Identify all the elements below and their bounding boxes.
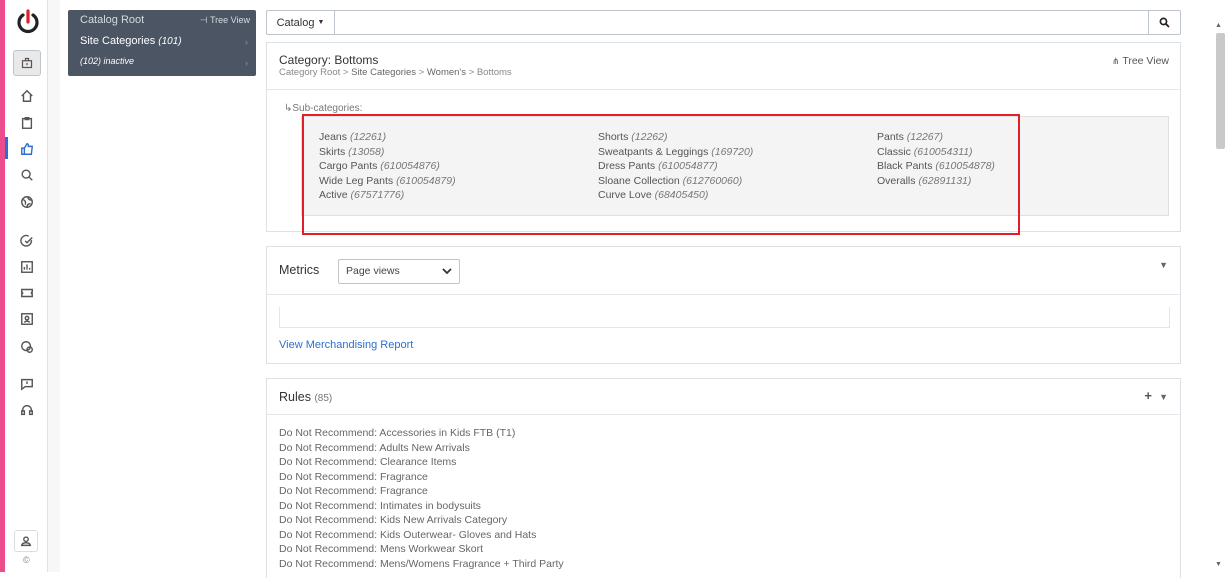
tree-root-label[interactable]: Catalog Root (80, 14, 144, 26)
catalog-dropdown[interactable]: Catalog ▼ (267, 11, 335, 34)
chart-icon[interactable] (16, 256, 38, 278)
rule-item[interactable]: Do Not Recommend: Mens/Womens Fragrance … (279, 557, 564, 572)
tree-view-button[interactable]: ⋔ Tree View (1112, 55, 1169, 67)
tree-view-label: Tree View (1122, 55, 1169, 67)
add-rule-icon[interactable]: + (1144, 388, 1152, 403)
search-button[interactable] (1148, 11, 1180, 34)
search-bar: Catalog ▼ (266, 10, 1181, 35)
collapse-caret-icon[interactable]: ▼ (1159, 260, 1168, 270)
collapse-caret-icon[interactable]: ▼ (1159, 392, 1168, 402)
headset-icon[interactable] (16, 399, 38, 421)
nav-gutter (48, 0, 60, 572)
chat-icon[interactable] (16, 373, 38, 395)
metrics-title: Metrics (279, 263, 320, 277)
contact-icon[interactable] (16, 308, 38, 330)
rule-item[interactable]: Do Not Recommend: Mens Workwear Skort (279, 542, 564, 557)
active-nav-indicator (5, 137, 8, 159)
check-circle-icon[interactable] (16, 230, 38, 252)
search-icon[interactable] (16, 164, 38, 186)
rule-item[interactable]: Do Not Recommend: Fragrance (279, 484, 564, 499)
home-icon[interactable] (16, 85, 38, 107)
globe-icon[interactable] (16, 191, 38, 213)
dashboard-icon[interactable] (13, 50, 41, 76)
category-tree-panel: Catalog Root ⊣ Tree View Site Categories… (68, 10, 256, 76)
chevron-down-icon (442, 268, 452, 275)
breadcrumb-item[interactable]: Site Categories (351, 67, 416, 78)
power-icon[interactable] (15, 8, 41, 36)
thumbs-up-icon[interactable] (16, 138, 38, 160)
rule-item[interactable]: Do Not Recommend: Kids New Arrivals Cate… (279, 513, 564, 528)
metrics-panel: Metrics Page views ▼ View Merchandising … (266, 246, 1181, 364)
divider (267, 414, 1180, 415)
site-categories-count: (101) (158, 36, 182, 47)
rule-item[interactable]: Do Not Recommend: Adults New Arrivals (279, 441, 564, 456)
scrollbar-thumb[interactable] (1216, 33, 1225, 149)
breadcrumb-item[interactable]: Category Root (279, 67, 340, 78)
tree-view-label: Tree View (209, 15, 250, 25)
site-categories-label: Site Categories (80, 35, 156, 47)
scroll-down-arrow-icon[interactable]: ▼ (1215, 561, 1222, 568)
tree-view-icon: ⊣ (199, 15, 208, 25)
site-categories-item[interactable]: Site Categories (101) (80, 35, 182, 47)
rule-item[interactable]: Do Not Recommend: Kids Outerwear- Gloves… (279, 528, 564, 543)
rule-item[interactable]: Do Not Recommend: Fragrance (279, 470, 564, 485)
metrics-select[interactable]: Page views (338, 259, 460, 284)
badge-icon[interactable] (16, 336, 38, 358)
tree-view-link[interactable]: ⊣ Tree View (200, 15, 250, 26)
rules-title: Rules (85) (279, 390, 333, 404)
left-nav: © (5, 0, 48, 572)
divider (267, 294, 1180, 295)
breadcrumb-item[interactable]: Women's (427, 67, 466, 78)
rule-item[interactable]: Do Not Recommend: Accessories in Kids FT… (279, 426, 564, 441)
inactive-categories-item[interactable]: (102) inactive (80, 56, 134, 66)
rules-list: Do Not Recommend: Accessories in Kids FT… (279, 426, 564, 571)
breadcrumb-current: Bottoms (476, 67, 512, 78)
search-icon (1159, 17, 1170, 28)
metrics-select-value: Page views (346, 265, 400, 277)
caret-down-icon: ▼ (317, 19, 325, 26)
user-icon[interactable] (14, 530, 38, 552)
page-title: Category: Bottoms (279, 53, 379, 67)
sitemap-icon: ⋔ (1112, 56, 1120, 66)
ticket-icon[interactable] (16, 282, 38, 304)
metrics-chart-area (279, 307, 1170, 328)
divider (267, 89, 1180, 90)
catalog-dropdown-label: Catalog (276, 16, 315, 29)
rules-count: (85) (314, 393, 333, 404)
rule-item[interactable]: Do Not Recommend: Clearance Items (279, 455, 564, 470)
clipboard-icon[interactable] (16, 112, 38, 134)
breadcrumb: Category Root > Site Categories > Women'… (279, 67, 512, 78)
chevron-right-icon: › (245, 58, 248, 68)
rules-panel: Rules (85) + ▼ Do Not Recommend: Accesso… (266, 378, 1181, 578)
subcategories-heading: ↳Sub-categories: (284, 103, 363, 114)
rule-item[interactable]: Do Not Recommend: Intimates in bodysuits (279, 499, 564, 514)
copyright-icon: © (23, 555, 30, 565)
chevron-right-icon: › (245, 37, 248, 47)
highlight-annotation-box (302, 114, 1020, 235)
scroll-up-arrow-icon[interactable]: ▲ (1215, 22, 1222, 29)
search-input[interactable] (337, 11, 1146, 34)
view-merchandising-report-link[interactable]: View Merchandising Report (279, 339, 413, 351)
